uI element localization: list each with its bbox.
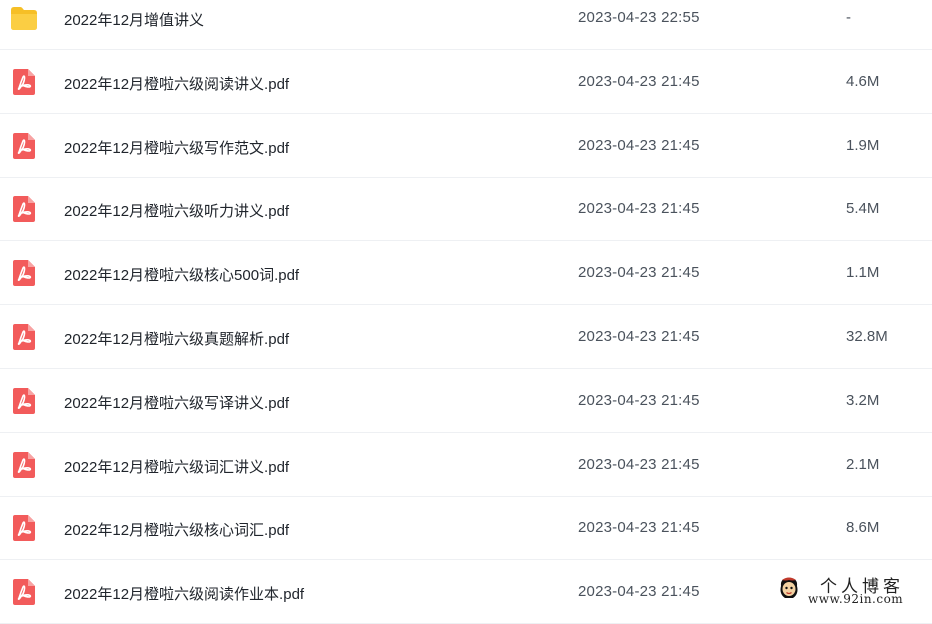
file-name[interactable]: 2022年12月增值讲义	[64, 9, 204, 30]
file-size: 1.1M	[846, 264, 880, 281]
file-size: 2.1M	[846, 456, 880, 473]
file-modified-date: 2023-04-23 21:45	[578, 519, 700, 536]
pdf-icon	[9, 386, 39, 416]
file-name[interactable]: 2022年12月橙啦六级听力讲义.pdf	[64, 200, 289, 221]
pdf-icon	[9, 67, 39, 97]
pdf-icon	[9, 577, 39, 607]
file-name[interactable]: 2022年12月橙啦六级阅读作业本.pdf	[64, 583, 304, 604]
file-modified-date: 2023-04-23 21:45	[578, 392, 700, 409]
file-name[interactable]: 2022年12月橙啦六级核心500词.pdf	[64, 264, 299, 285]
cartoon-face-icon	[780, 577, 798, 598]
file-name[interactable]: 2022年12月橙啦六级写译讲义.pdf	[64, 392, 289, 413]
file-name[interactable]: 2022年12月橙啦六级写作范文.pdf	[64, 137, 289, 158]
file-modified-date: 2023-04-23 21:45	[578, 583, 700, 600]
file-row[interactable]: 2022年12月橙啦六级写作范文.pdf 2023-04-23 21:45 1.9M	[0, 114, 932, 178]
file-name[interactable]: 2022年12月橙啦六级词汇讲义.pdf	[64, 456, 289, 477]
file-row[interactable]: 2022年12月橙啦六级听力讲义.pdf 2023-04-23 21:45 5.4M	[0, 177, 932, 241]
pdf-icon	[9, 194, 39, 224]
file-row[interactable]: 2022年12月橙啦六级核心500词.pdf 2023-04-23 21:45 1.…	[0, 241, 932, 305]
folder-row[interactable]: 2022年12月增值讲义 2023-04-23 22:55 -	[0, 0, 932, 50]
watermark-url: www.92in.com	[808, 592, 904, 606]
file-size: 8.6M	[846, 519, 880, 536]
file-size: 4.6M	[846, 73, 880, 90]
file-modified-date: 2023-04-23 21:45	[578, 328, 700, 345]
file-name[interactable]: 2022年12月橙啦六级核心词汇.pdf	[64, 519, 289, 540]
file-name[interactable]: 2022年12月橙啦六级阅读讲义.pdf	[64, 73, 289, 94]
pdf-icon	[9, 450, 39, 480]
file-row[interactable]: 2022年12月橙啦六级核心词汇.pdf 2023-04-23 21:45 8.6M	[0, 496, 932, 560]
file-modified-date: 2023-04-23 21:45	[578, 73, 700, 90]
file-list: 2022年12月增值讲义 2023-04-23 22:55 - 2022年12月橙啦六…	[0, 0, 932, 624]
pdf-icon	[9, 322, 39, 352]
file-size: 3.2M	[846, 392, 880, 409]
file-modified-date: 2023-04-23 21:45	[578, 264, 700, 281]
pdf-icon	[9, 258, 39, 288]
file-modified-date: 2023-04-23 21:45	[578, 200, 700, 217]
file-size: 1.9M	[846, 137, 880, 154]
file-row[interactable]: 2022年12月橙啦六级词汇讲义.pdf 2023-04-23 21:45 2.1M	[0, 433, 932, 497]
file-size: -	[846, 9, 851, 26]
file-size: 32.8M	[846, 328, 888, 345]
file-row[interactable]: 2022年12月橙啦六级真题解析.pdf 2023-04-23 21:45 32.8…	[0, 305, 932, 369]
watermark: 个人博客 www.92in.com	[776, 570, 932, 610]
file-row[interactable]: 2022年12月橙啦六级写译讲义.pdf 2023-04-23 21:45 3.2M	[0, 369, 932, 433]
file-size: 5.4M	[846, 200, 880, 217]
file-modified-date: 2023-04-23 22:55	[578, 9, 700, 26]
file-modified-date: 2023-04-23 21:45	[578, 456, 700, 473]
file-modified-date: 2023-04-23 21:45	[578, 137, 700, 154]
file-row[interactable]: 2022年12月橙啦六级阅读讲义.pdf 2023-04-23 21:45 4.6M	[0, 50, 932, 114]
folder-icon	[9, 3, 39, 33]
pdf-icon	[9, 513, 39, 543]
file-name[interactable]: 2022年12月橙啦六级真题解析.pdf	[64, 328, 289, 349]
pdf-icon	[9, 131, 39, 161]
